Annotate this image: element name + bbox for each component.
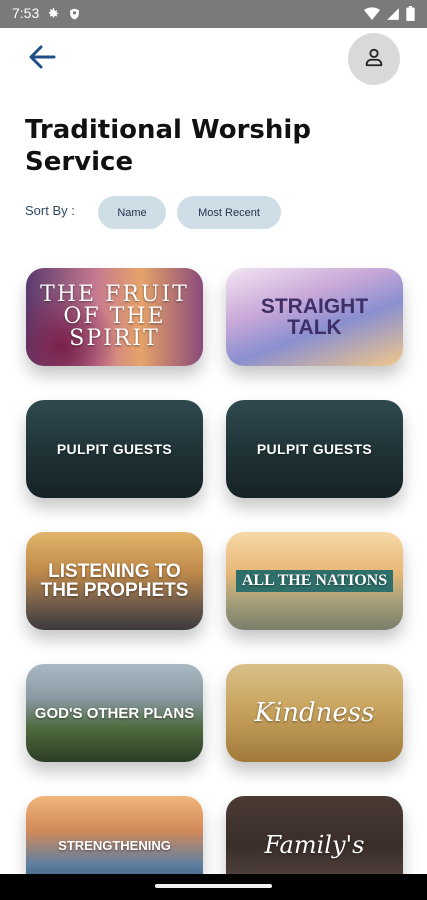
series-card-title: THE FRUIT OF THE SPIRIT (40, 282, 189, 351)
series-card-title: PULPIT GUESTS (256, 441, 373, 457)
arrow-left-icon (28, 45, 56, 73)
series-card-gods-other-plans[interactable]: GOD'S OTHER PLANS (26, 664, 203, 762)
system-nav-bar (0, 874, 427, 900)
series-card-pulpit-guests[interactable]: PULPIT GUESTS (226, 400, 403, 498)
series-card-fruit-of-the-spirit[interactable]: THE FRUIT OF THE SPIRIT (26, 268, 203, 366)
sort-by-most-recent-button[interactable]: Most Recent (177, 196, 281, 229)
series-card-straight-talk[interactable]: STRAIGHT TALK (226, 268, 403, 366)
person-icon (363, 46, 385, 72)
gear-icon (46, 7, 60, 21)
series-card-title: Kindness (254, 698, 375, 728)
status-time: 7:53 (12, 5, 40, 21)
home-gesture-handle[interactable] (155, 884, 272, 888)
back-button[interactable] (24, 44, 60, 74)
series-card-all-the-nations[interactable]: ALL THE NATIONS (226, 532, 403, 630)
series-card-title: STRAIGHT TALK (260, 295, 369, 339)
page-title: Traditional Worship Service (25, 115, 311, 177)
shield-icon (68, 7, 81, 21)
series-card-title: PULPIT GUESTS (56, 441, 173, 457)
status-bar: 7:53 (0, 0, 427, 28)
sort-label: Sort By : (25, 203, 75, 218)
battery-icon (406, 6, 415, 21)
series-card-title: Family's (264, 831, 365, 859)
series-card-title: LISTENING TO THE PROPHETS (40, 561, 189, 601)
series-card-pulpit-guests[interactable]: PULPIT GUESTS (26, 400, 203, 498)
series-card-listening-to-the-prophets[interactable]: LISTENING TO THE PROPHETS (26, 532, 203, 630)
series-card-title: ALL THE NATIONS (235, 570, 394, 592)
series-card-title: STRENGTHENING (58, 837, 171, 853)
series-card-title: GOD'S OTHER PLANS (34, 704, 195, 722)
wifi-icon (364, 6, 380, 21)
sort-by-name-button[interactable]: Name (98, 196, 166, 229)
signal-icon (386, 7, 400, 21)
profile-button[interactable] (348, 33, 400, 85)
series-card-kindness[interactable]: Kindness (226, 664, 403, 762)
